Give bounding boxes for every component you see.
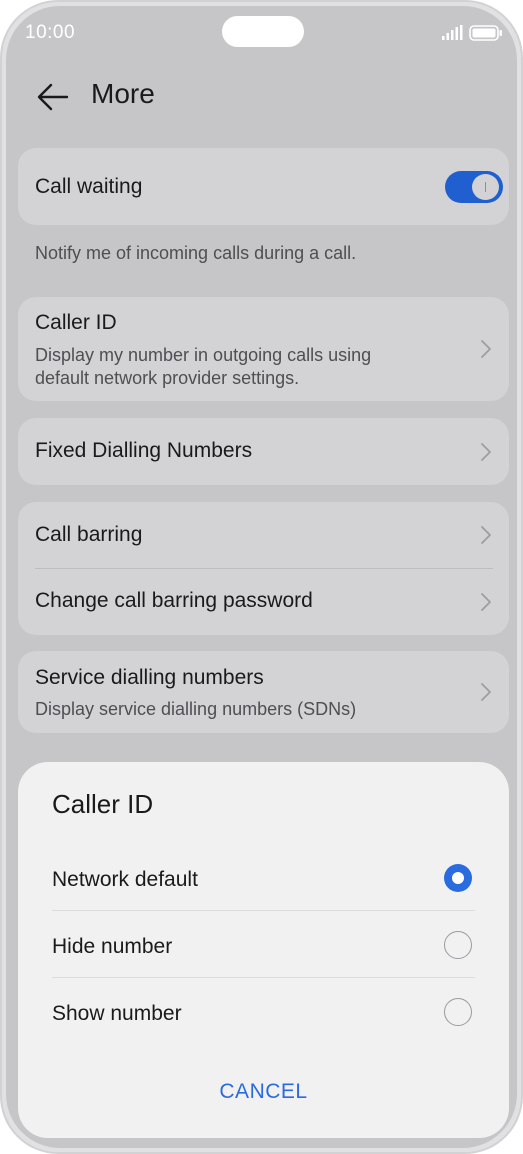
option-label: Hide number [52,935,173,958]
toggle-knob [472,174,499,200]
caller-id-row[interactable]: Caller ID Display my number in outgoing … [18,297,509,401]
signal-icon [442,25,463,40]
option-divider [52,977,475,978]
service-dialling-label: Service dialling numbers [35,666,264,689]
cancel-button[interactable]: CANCEL [18,1080,509,1104]
option-divider [52,910,475,911]
option-hide-number[interactable]: Hide number [18,915,509,975]
change-barring-password-row[interactable]: Change call barring password [18,569,509,635]
call-barring-label: Call barring [35,523,143,546]
service-dialling-row[interactable]: Service dialling numbers Display service… [18,651,509,733]
call-waiting-note: Notify me of incoming calls during a cal… [35,243,357,263]
caller-id-description-line2: default network provider settings. [35,368,300,388]
option-show-number[interactable]: Show number [18,982,509,1042]
fixed-dialling-label: Fixed Dialling Numbers [35,439,253,462]
option-label: Network default [52,868,198,891]
fixed-dialling-row[interactable]: Fixed Dialling Numbers [18,418,509,485]
caller-id-description-line1: Display my number in outgoing calls usin… [35,345,372,365]
chevron-right-icon [481,526,491,544]
chevron-right-icon [481,443,491,461]
caller-id-dialog: Caller ID Network default Hide number Sh… [18,762,509,1138]
call-barring-row[interactable]: Call barring [18,502,509,568]
chevron-right-icon [481,340,491,358]
radio-show-number[interactable] [444,998,472,1026]
service-dialling-description: Display service dialling numbers (SDNs) [35,699,357,719]
call-waiting-label: Call waiting [35,175,143,198]
radio-hide-number[interactable] [444,931,472,959]
change-barring-password-label: Change call barring password [35,589,313,612]
call-barring-group: Call barring Change call barring passwor… [18,502,509,635]
call-waiting-row[interactable]: Call waiting [18,148,509,225]
chevron-right-icon [481,593,491,611]
page-title: More [91,78,155,109]
chevron-right-icon [481,683,491,701]
option-label: Show number [52,1002,182,1025]
dialog-title: Caller ID [52,789,154,819]
option-network-default[interactable]: Network default [18,848,509,908]
radio-network-default[interactable] [444,864,472,892]
battery-icon [469,25,502,41]
back-arrow-icon[interactable] [36,80,70,114]
phone-frame: 10:00 More Call waiting Notify me of inc… [0,0,523,1154]
caller-id-label: Caller ID [35,311,117,334]
call-waiting-toggle[interactable] [445,171,503,203]
screen: 10:00 More Call waiting Notify me of inc… [6,6,517,1148]
camera-notch [222,16,304,47]
status-time: 10:00 [25,22,76,43]
